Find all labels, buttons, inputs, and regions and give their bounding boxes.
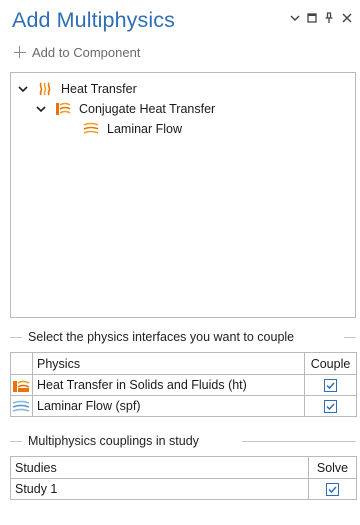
dropdown-icon[interactable]: [288, 11, 302, 25]
laminar-flow-icon: [12, 398, 30, 414]
header-icon-cell: [10, 352, 33, 375]
chevron-down-icon[interactable]: [17, 83, 29, 95]
divider: [10, 337, 22, 338]
divider: [344, 337, 356, 338]
study-section-header: Multiphysics couplings in study: [10, 432, 356, 450]
physics-section-header: Select the physics interfaces you want t…: [10, 328, 356, 346]
row-icon-cell: [10, 374, 33, 396]
couple-checkbox[interactable]: [304, 374, 357, 396]
multiphysics-tree[interactable]: Heat Transfer Conjugate Heat Transfer La…: [10, 72, 356, 318]
physics-section-label: Select the physics interfaces you want t…: [24, 328, 299, 346]
heat-transfer-icon: [37, 81, 53, 97]
table-header-row: Studies Solve: [10, 456, 357, 479]
couple-checkbox[interactable]: [304, 395, 357, 417]
maximize-icon[interactable]: [305, 11, 319, 25]
checkbox-checked-icon[interactable]: [324, 400, 337, 414]
studies-table: Studies Solve Study 1: [10, 456, 357, 500]
solve-checkbox[interactable]: [308, 478, 357, 500]
heat-transfer-solids-fluids-icon: [12, 377, 30, 393]
tree-item-heat-transfer[interactable]: Heat Transfer: [17, 79, 137, 99]
add-to-component-label: Add to Component: [32, 44, 141, 60]
tree-item-label: Conjugate Heat Transfer: [79, 102, 216, 116]
physics-table: Physics Couple Heat Transfer in Solids a…: [10, 352, 357, 417]
divider: [10, 441, 22, 442]
window-header: Add Multiphysics: [0, 0, 360, 44]
conjugate-heat-transfer-icon: [55, 101, 71, 117]
laminar-flow-icon: [83, 121, 99, 137]
row-icon-cell: [10, 395, 33, 417]
study-name: Study 1: [10, 478, 309, 500]
tree-item-conjugate-heat-transfer[interactable]: Conjugate Heat Transfer: [35, 99, 215, 119]
study-section-label: Multiphysics couplings in study: [24, 432, 203, 450]
window-title: Add Multiphysics: [12, 8, 175, 32]
chevron-down-icon[interactable]: [35, 103, 47, 115]
tree-item-laminar-flow[interactable]: Laminar Flow: [83, 119, 182, 139]
divider: [242, 441, 356, 442]
pin-icon[interactable]: [322, 11, 336, 25]
physics-name: Heat Transfer in Solids and Fluids (ht): [32, 374, 305, 396]
table-row[interactable]: Laminar Flow (spf): [10, 395, 357, 417]
header-couple[interactable]: Couple: [304, 352, 357, 375]
table-row[interactable]: Study 1: [10, 478, 357, 500]
table-header-row: Physics Couple: [10, 352, 357, 375]
add-to-component-button[interactable]: Add to Component: [14, 42, 140, 62]
tree-item-label: Heat Transfer: [61, 82, 137, 96]
physics-name: Laminar Flow (spf): [32, 395, 305, 417]
checkbox-checked-icon[interactable]: [324, 379, 337, 393]
close-icon[interactable]: [340, 11, 354, 25]
table-row[interactable]: Heat Transfer in Solids and Fluids (ht): [10, 374, 357, 396]
header-studies[interactable]: Studies: [10, 456, 309, 479]
checkbox-checked-icon[interactable]: [326, 483, 339, 497]
header-solve[interactable]: Solve: [308, 456, 357, 479]
plus-icon: [14, 46, 26, 58]
header-physics[interactable]: Physics: [32, 352, 305, 375]
tree-item-label: Laminar Flow: [107, 122, 183, 136]
